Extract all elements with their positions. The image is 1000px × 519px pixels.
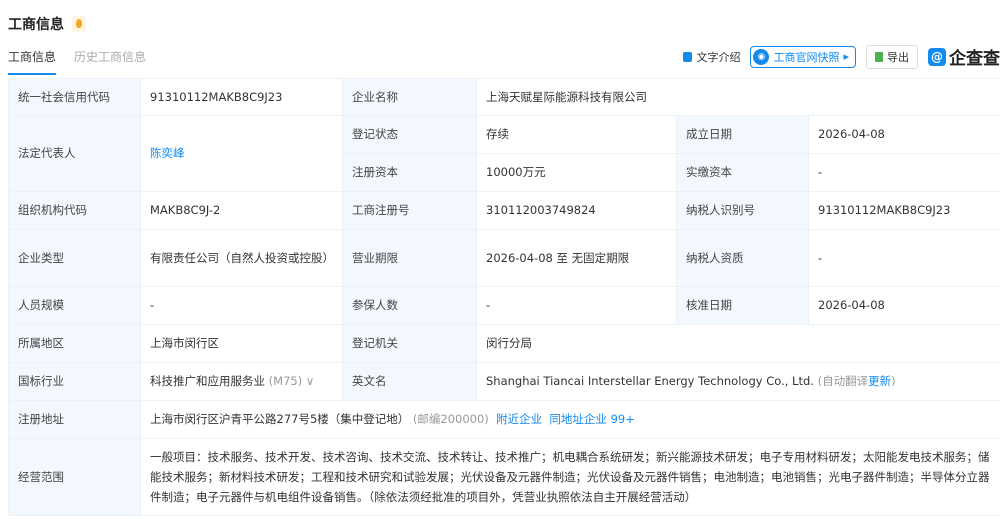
company-type-value: 有限责任公司（自然人投资或控股） [140,229,343,287]
staff-label: 人员规模 [8,286,141,325]
paren-close: ) [891,374,896,388]
authority-value: 闵行分局 [476,324,1000,363]
snapshot-label: 工商官网快照 [773,50,840,64]
paid-capital-label: 实缴资本 [676,153,809,192]
status-label: 登记状态 [342,115,477,154]
tax-id-label: 纳税人识别号 [676,191,809,230]
tab-history-info[interactable]: 历史工商信息 [74,48,146,75]
english-name-label: 英文名 [342,362,477,401]
capital-label: 注册资本 [342,153,477,192]
chevron-right-icon: ▸ [843,50,849,63]
qcc-logo: @ 企查查 [928,44,1000,69]
auto-translate-note: (自动翻译 [817,374,869,388]
zip-code: (邮编200000) [412,412,489,426]
industry-value: 科技推广和应用服务业 [150,374,265,388]
industry-code: (M75) [268,374,303,388]
company-name-label: 企业名称 [342,78,477,116]
industry-dropdown[interactable]: 科技推广和应用服务业 (M75) ∨ [140,362,343,401]
credit-code-value: 91310112MAKB8C9J23 [140,78,343,116]
tax-qual-label: 纳税人资质 [676,229,809,287]
english-name-value: Shanghai Tiancai Interstellar Energy Tec… [486,374,814,388]
text-intro-button[interactable]: 文字介绍 [683,49,740,65]
org-code-label: 组织机构代码 [8,191,141,230]
approved-value: 2026-04-08 [808,286,1000,325]
term-label: 营业期限 [342,229,477,287]
tabs: 工商信息 历史工商信息 [8,48,146,75]
excel-icon [875,51,883,62]
title-text: 工商信息 [8,17,64,33]
reg-no-value: 310112003749824 [476,191,677,230]
export-label: 导出 [887,50,909,64]
export-button[interactable]: 导出 [866,44,918,69]
toolbar: 文字介绍 ◉ 工商官网快照 ▸ 导出 @ 企查查 [683,44,1000,69]
tax-id-value: 91310112MAKB8C9J23 [808,191,1000,230]
scope-value: 一般项目：技术服务、技术开发、技术咨询、技术交流、技术转让、技术推广；机电耦合系… [140,438,1000,516]
logo-icon: @ [928,47,946,66]
status-value: 存续 [476,115,677,154]
insured-value: - [476,286,677,325]
term-value: 2026-04-08 至 无固定期限 [476,229,677,287]
founded-label: 成立日期 [676,115,809,154]
text-intro-label: 文字介绍 [696,50,741,64]
update-link[interactable]: 更新 [868,374,891,388]
logo-text: 企查查 [949,49,1000,69]
org-code-value: MAKB8C9J-2 [140,191,343,230]
region-value: 上海市闵行区 [140,324,343,363]
chevron-down-icon: ∨ [305,374,315,388]
reg-no-label: 工商注册号 [342,191,477,230]
nearby-companies-link[interactable]: 附近企业 [496,412,542,426]
credit-code-label: 统一社会信用代码 [8,78,141,116]
address-label: 注册地址 [8,400,141,439]
tab-business-info[interactable]: 工商信息 [8,48,57,75]
english-name-cell: Shanghai Tiancai Interstellar Energy Tec… [476,362,1000,401]
section-title: 工商信息 [8,14,86,34]
approved-label: 核准日期 [676,286,809,325]
region-label: 所属地区 [8,324,141,363]
same-address-link[interactable]: 同地址企业 99+ [549,412,634,426]
company-type-label: 企业类型 [8,229,141,287]
address-cell: 上海市闵行区沪青平公路277号5楼（集中登记地） (邮编200000) 附近企业… [140,400,1000,439]
paid-capital-value: - [808,153,1000,192]
legal-rep-link[interactable]: 陈奕峰 [140,115,343,192]
flame-icon [72,16,86,32]
authority-label: 登记机关 [342,324,477,363]
camera-icon: ◉ [753,48,770,65]
company-name-value: 上海天赋星际能源科技有限公司 [476,78,1000,116]
document-icon [683,51,693,62]
insured-label: 参保人数 [342,286,477,325]
capital-value: 10000万元 [476,153,677,192]
scope-label: 经营范围 [8,438,141,516]
tax-qual-value: - [808,229,1000,287]
address-value: 上海市闵行区沪青平公路277号5楼（集中登记地） [150,412,410,426]
business-info-table: 统一社会信用代码 91310112MAKB8C9J23 企业名称 上海天赋星际能… [8,78,1000,516]
staff-value: - [140,286,343,325]
founded-value: 2026-04-08 [808,115,1000,154]
industry-label: 国标行业 [8,362,141,401]
legal-rep-label: 法定代表人 [8,115,141,192]
snapshot-button[interactable]: ◉ 工商官网快照 ▸ [750,45,856,68]
